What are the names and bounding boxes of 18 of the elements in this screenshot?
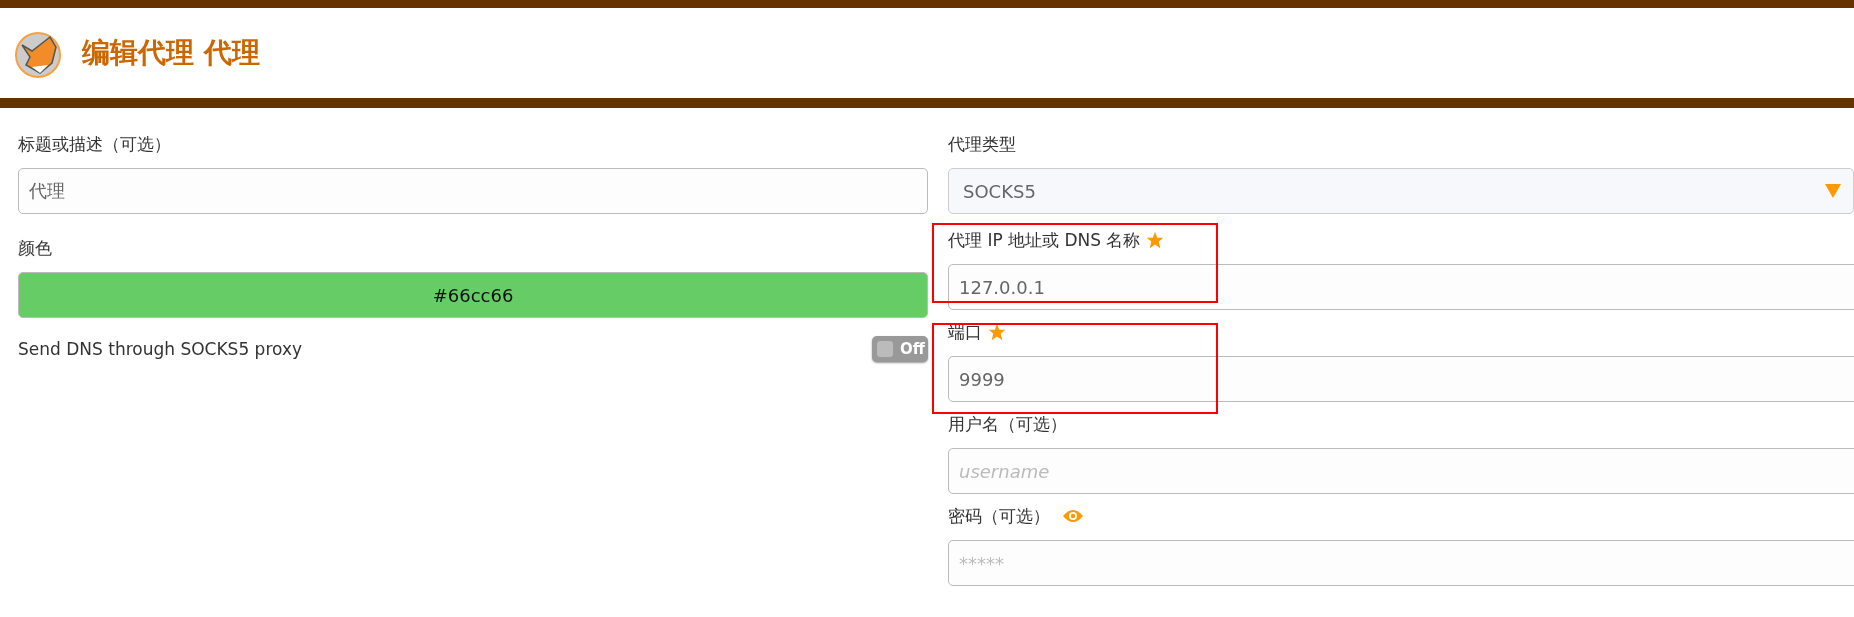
- color-picker[interactable]: #66cc66: [18, 272, 928, 318]
- field-label: 代理类型: [948, 132, 1016, 156]
- field-label: 颜色: [18, 236, 52, 260]
- proxy-type-select[interactable]: SOCKS5: [948, 168, 1854, 214]
- text-input[interactable]: 127.0.0.1: [948, 264, 1854, 310]
- dropdown-caret-icon: [1825, 184, 1841, 198]
- text-input[interactable]: 9999: [948, 356, 1854, 402]
- title-input[interactable]: 代理: [18, 168, 928, 214]
- eye-icon[interactable]: [1062, 508, 1084, 524]
- field-label: 用户名（可选）: [948, 412, 1067, 436]
- text-input[interactable]: *****: [948, 540, 1854, 586]
- toggle-label: Send DNS through SOCKS5 proxy: [18, 339, 303, 359]
- field-label: 代理 IP 地址或 DNS 名称: [948, 228, 1141, 252]
- field-label: 密码（可选）: [948, 504, 1050, 528]
- text-input[interactable]: username: [948, 448, 1854, 494]
- field-label: 标题或描述（可选）: [18, 132, 171, 156]
- field-label: 端口: [948, 320, 982, 344]
- page-title: 编辑代理 代理: [82, 35, 260, 71]
